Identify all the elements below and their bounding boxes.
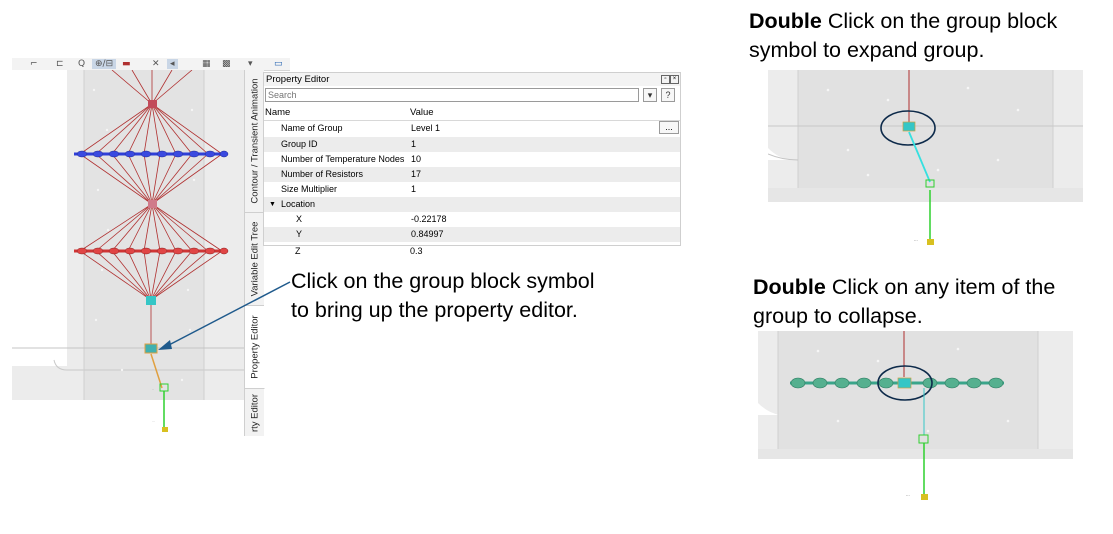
tab-property-editor-2[interactable]: rty Editor (245, 389, 264, 436)
zoom-icon[interactable]: Q (78, 59, 85, 69)
collapse-diagram-tail: ··· (906, 459, 928, 500)
tab-label: Contour / Transient Animation (249, 78, 260, 204)
property-name: X (296, 214, 303, 224)
caption-line: symbol to expand group. (749, 38, 985, 62)
caption-line: Click on any item of the (825, 275, 1056, 299)
tab-label: Variable Edit Tree (249, 221, 260, 297)
expand-group-screenshot (768, 70, 1083, 202)
collapse-group-hint: Double Click on any item of the group to… (753, 273, 1055, 331)
svg-text:···: ··· (914, 238, 918, 243)
svg-text:···: ··· (906, 493, 910, 498)
search-input[interactable] (265, 88, 639, 102)
tab-label: Property Editor (249, 315, 260, 379)
tab-contour-transient-animation[interactable]: Contour / Transient Animation (245, 70, 264, 213)
category-name: Location (281, 199, 316, 209)
property-value[interactable]: -0.22178 (411, 212, 447, 227)
grid-icon[interactable]: ▦ (202, 59, 211, 69)
svg-text:··: ·· (152, 387, 154, 391)
table-row[interactable]: Group ID 1 (264, 137, 680, 152)
table-header: Name Value (264, 107, 680, 121)
table-row[interactable]: Number of Resistors 17 (264, 167, 680, 182)
property-name: Group ID (281, 139, 318, 149)
view-icon[interactable]: ◂ (167, 59, 178, 69)
zoom-toggle-button[interactable]: ⊕/⊟ (92, 59, 117, 69)
property-name: Y (296, 229, 303, 239)
property-name: Z (295, 246, 301, 256)
group-block-symbol (902, 121, 916, 132)
cyan-node-block (146, 296, 156, 305)
property-editor-panel: Property Editor ▫ × ▾ ? Name Value Name … (263, 72, 681, 246)
collapse-diagram (758, 331, 1073, 459)
panel-title: Property Editor (266, 74, 330, 85)
column-value-header: Value (410, 107, 434, 118)
expand-group-hint: Double Click on the group block symbol t… (749, 7, 1057, 65)
panel-title-bar: Property Editor ▫ × (264, 73, 680, 86)
caption-line: group to collapse. (753, 304, 923, 328)
property-value[interactable]: 1 (411, 137, 416, 152)
caption-bold: Double (753, 275, 826, 299)
property-name: Number of Temperature Nodes (281, 154, 405, 164)
table-row[interactable]: Number of Temperature Nodes 10 (264, 152, 680, 167)
property-value[interactable]: Level 1 (411, 121, 440, 136)
chevron-down-icon[interactable]: ▾ (248, 59, 253, 69)
property-editor-hint: Click on the group block symbol to bring… (291, 267, 595, 325)
group-block-symbol (144, 343, 158, 354)
tab-property-editor[interactable]: Property Editor (245, 306, 265, 389)
table-row[interactable]: Name of Group Level 1 (264, 121, 680, 136)
close-icon[interactable]: × (670, 75, 679, 84)
thermal-network-viewport[interactable]: ··· ·· (12, 70, 244, 436)
help-button[interactable]: ? (661, 88, 675, 102)
vertical-tab-bar: Contour / Transient Animation Variable E… (244, 70, 265, 436)
caption-line: Click on the group block (821, 9, 1058, 33)
red-marker-icon[interactable]: ▬ (122, 59, 131, 69)
property-value[interactable]: 17 (411, 167, 421, 182)
float-icon[interactable]: ▫ (661, 75, 670, 84)
caption-bold: Double (749, 9, 822, 33)
table-row[interactable]: Y 0.84997 (264, 227, 680, 242)
table-row[interactable]: Size Multiplier 1 (264, 182, 680, 197)
middle-node-block (148, 200, 157, 208)
search-options-dropdown[interactable]: ▾ (643, 88, 657, 102)
property-value[interactable]: 10 (411, 152, 421, 167)
svg-text:···: ··· (152, 419, 155, 423)
caption-line: to bring up the property editor. (291, 298, 578, 322)
tab-variable-edit-tree[interactable]: Variable Edit Tree (245, 213, 264, 306)
property-name: Number of Resistors (281, 169, 364, 179)
snap-icon[interactable]: ⊏ (56, 59, 64, 69)
property-value[interactable]: 1 (411, 182, 416, 197)
pointer-icon[interactable]: ⌐ (30, 59, 38, 69)
expand-diagram-tail: ··· (914, 190, 934, 245)
expand-diagram (768, 70, 1083, 202)
layers-icon[interactable]: ▩ (222, 59, 231, 69)
property-name: Size Multiplier (281, 184, 338, 194)
window-icon[interactable]: ▭ (274, 59, 283, 69)
table-row[interactable]: Z 0.3 (263, 244, 679, 259)
collapse-caret-icon[interactable]: ▼ (269, 197, 276, 212)
collapse-group-screenshot (758, 331, 1073, 459)
property-value[interactable]: 0.3 (410, 244, 423, 259)
caption-line: Click on the group block symbol (291, 269, 595, 293)
property-value[interactable]: 0.84997 (411, 227, 444, 242)
property-name: Name of Group (281, 123, 343, 133)
tab-label: rty Editor (249, 393, 260, 432)
table-row[interactable]: X -0.22178 (264, 212, 680, 227)
ellipsis-button[interactable]: ... (659, 121, 679, 134)
top-node-block (148, 100, 157, 108)
fit-icon[interactable]: ✕ (152, 59, 160, 69)
location-category-row[interactable]: ▼ Location (264, 197, 680, 212)
column-name-header: Name (265, 107, 291, 118)
network-diagram: ····· (12, 70, 244, 436)
